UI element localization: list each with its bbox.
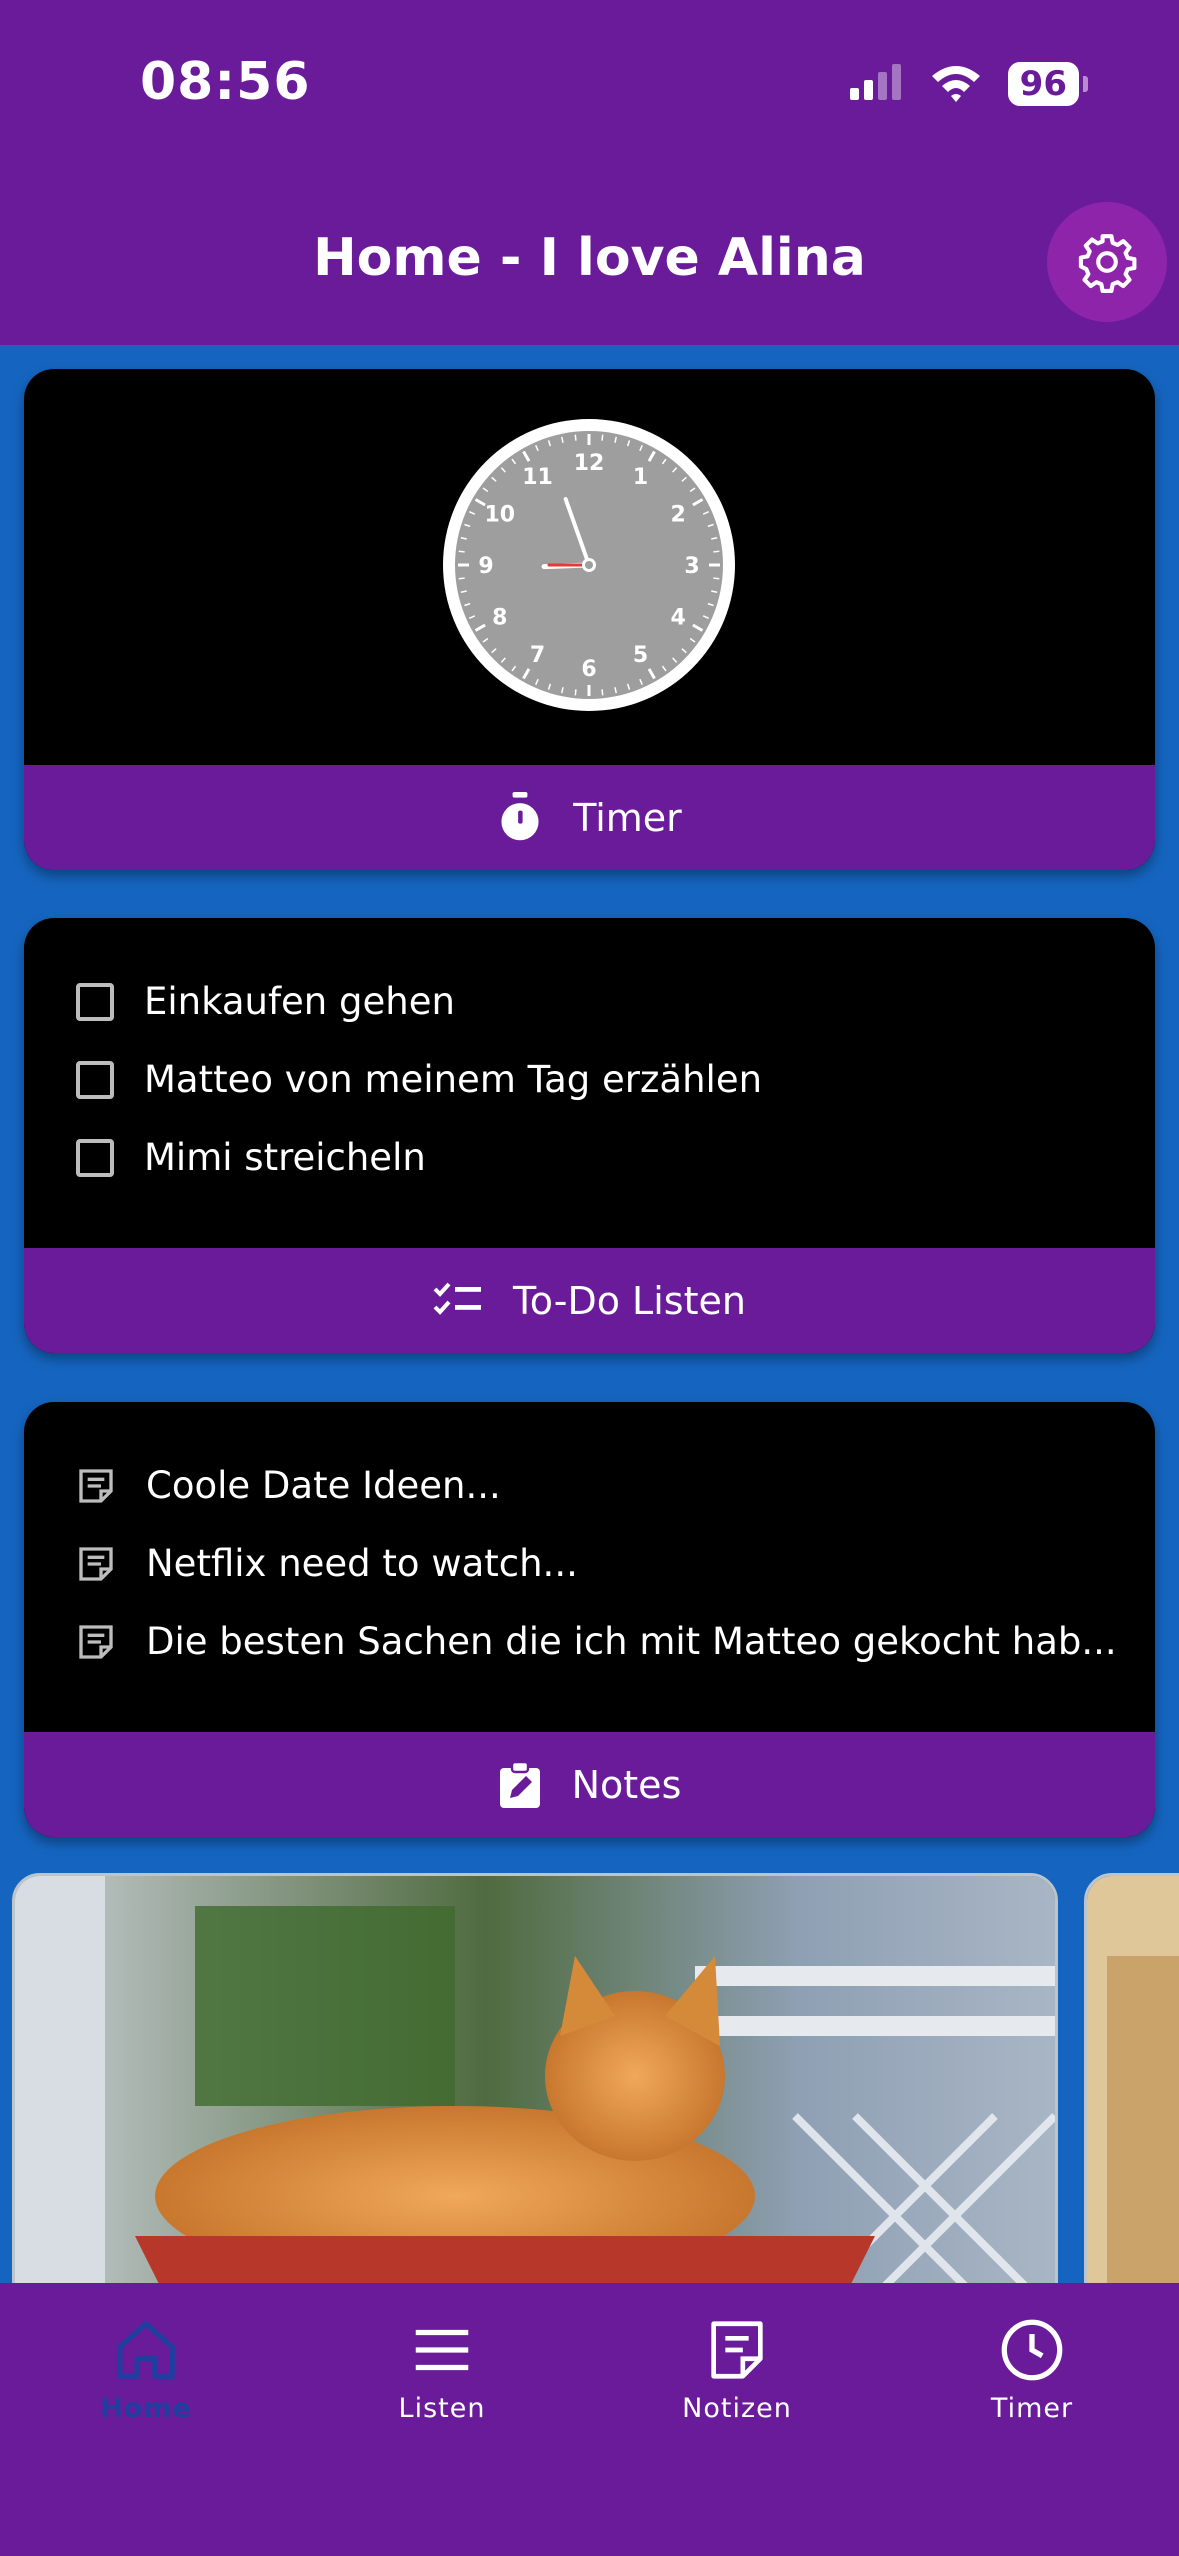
note-icon (79, 1546, 113, 1581)
todo-item[interactable]: Mimi streicheln (76, 1136, 426, 1179)
nav-label-timer: Timer (990, 2393, 1074, 2424)
analog-clock: 12 1 2 3 4 5 6 7 8 9 10 11 (439, 415, 739, 719)
todo-item-label: Matteo von meinem Tag erzählen (144, 1058, 763, 1101)
nav-item-listen[interactable]: Listen (342, 2315, 542, 2424)
clock-number: 5 (633, 643, 648, 668)
nav-label-listen: Listen (398, 2393, 486, 2424)
clock-tick (574, 434, 577, 441)
nav-label-home: Home (100, 2393, 192, 2424)
timer-card[interactable]: 12 1 2 3 4 5 6 7 8 9 10 11 Timer (24, 369, 1155, 870)
clock-number: 3 (684, 554, 699, 579)
note-item[interactable]: Die besten Sachen die ich mit Matteo gek… (76, 1620, 1117, 1663)
menu-icon (415, 2329, 469, 2371)
clock-number: 1 (633, 465, 648, 490)
app-bar: 08:56 96 Home - I love Alina (0, 0, 1179, 345)
todo-checkbox[interactable] (76, 982, 114, 1021)
gear-icon (1078, 234, 1137, 293)
clock-tick (713, 577, 720, 580)
photo-carousel[interactable] (0, 1873, 1179, 2283)
battery-indicator: 96 (1007, 62, 1089, 106)
status-icons: 96 (848, 62, 1089, 106)
clock-tick (458, 577, 465, 580)
status-time: 08:56 (140, 52, 311, 112)
settings-button[interactable] (1047, 202, 1167, 322)
timer-card-label: Timer (573, 795, 682, 840)
home-icon (117, 2321, 175, 2379)
clock-number: 10 (484, 503, 515, 528)
note-item-label: Die besten Sachen die ich mit Matteo gek… (146, 1620, 1117, 1663)
cat-photo[interactable] (12, 1873, 1058, 2283)
clock-icon (1001, 2319, 1063, 2381)
note-item-label: Netflix need to watch... (146, 1542, 578, 1585)
clock-number: 9 (478, 554, 493, 579)
stopwatch-icon (501, 791, 539, 840)
notes-card-footer[interactable]: Notes (24, 1732, 1155, 1837)
edit-note-icon (499, 1760, 540, 1808)
note-icon (79, 1624, 113, 1659)
page-title: Home - I love Alina (313, 228, 866, 288)
nav-item-notizen[interactable]: Notizen (637, 2315, 837, 2424)
todo-item[interactable]: Einkaufen gehen (76, 980, 455, 1023)
clock-number: 7 (530, 643, 545, 668)
note-icon (711, 2321, 763, 2379)
clock-tick (574, 689, 577, 696)
clock-tick (713, 550, 720, 553)
clock-number: 8 (492, 606, 507, 631)
todo-checkbox[interactable] (76, 1138, 114, 1177)
todo-item-label: Mimi streicheln (144, 1136, 426, 1179)
wifi-icon (931, 66, 980, 102)
todo-item[interactable]: Matteo von meinem Tag erzählen (76, 1058, 762, 1101)
clock-tick (601, 689, 604, 696)
notes-card[interactable]: Coole Date Ideen... Netflix need to watc… (24, 1402, 1155, 1837)
clock-number: 6 (581, 657, 596, 682)
signal-icon (849, 64, 901, 100)
timer-card-footer[interactable]: Timer (24, 765, 1155, 870)
nav-label-notizen: Notizen (682, 2393, 792, 2424)
todo-card-label: To-Do Listen (513, 1278, 746, 1323)
clock-number: 2 (671, 503, 686, 528)
clock-tick (601, 434, 604, 441)
notes-card-label: Notes (571, 1762, 682, 1807)
todo-card[interactable]: Einkaufen gehen Matteo von meinem Tag er… (24, 918, 1155, 1353)
note-item-label: Coole Date Ideen... (146, 1464, 501, 1507)
clock-number: 4 (671, 606, 686, 631)
nav-item-home[interactable]: Home (46, 2315, 246, 2424)
todo-card-footer[interactable]: To-Do Listen (24, 1248, 1155, 1353)
next-photo-preview[interactable] (1084, 1873, 1179, 2283)
bottom-navigation: Home Listen Notizen Timer (0, 2283, 1179, 2556)
clock-number: 11 (522, 465, 553, 490)
note-item[interactable]: Netflix need to watch... (76, 1542, 578, 1585)
note-icon (79, 1468, 113, 1503)
note-item[interactable]: Coole Date Ideen... (76, 1464, 501, 1507)
nav-item-timer[interactable]: Timer (932, 2315, 1132, 2424)
clock-tick (458, 550, 465, 553)
clock-number: 12 (574, 451, 605, 476)
todo-item-label: Einkaufen gehen (144, 980, 455, 1023)
todo-checkbox[interactable] (76, 1060, 114, 1099)
checklist-icon (433, 1282, 482, 1315)
